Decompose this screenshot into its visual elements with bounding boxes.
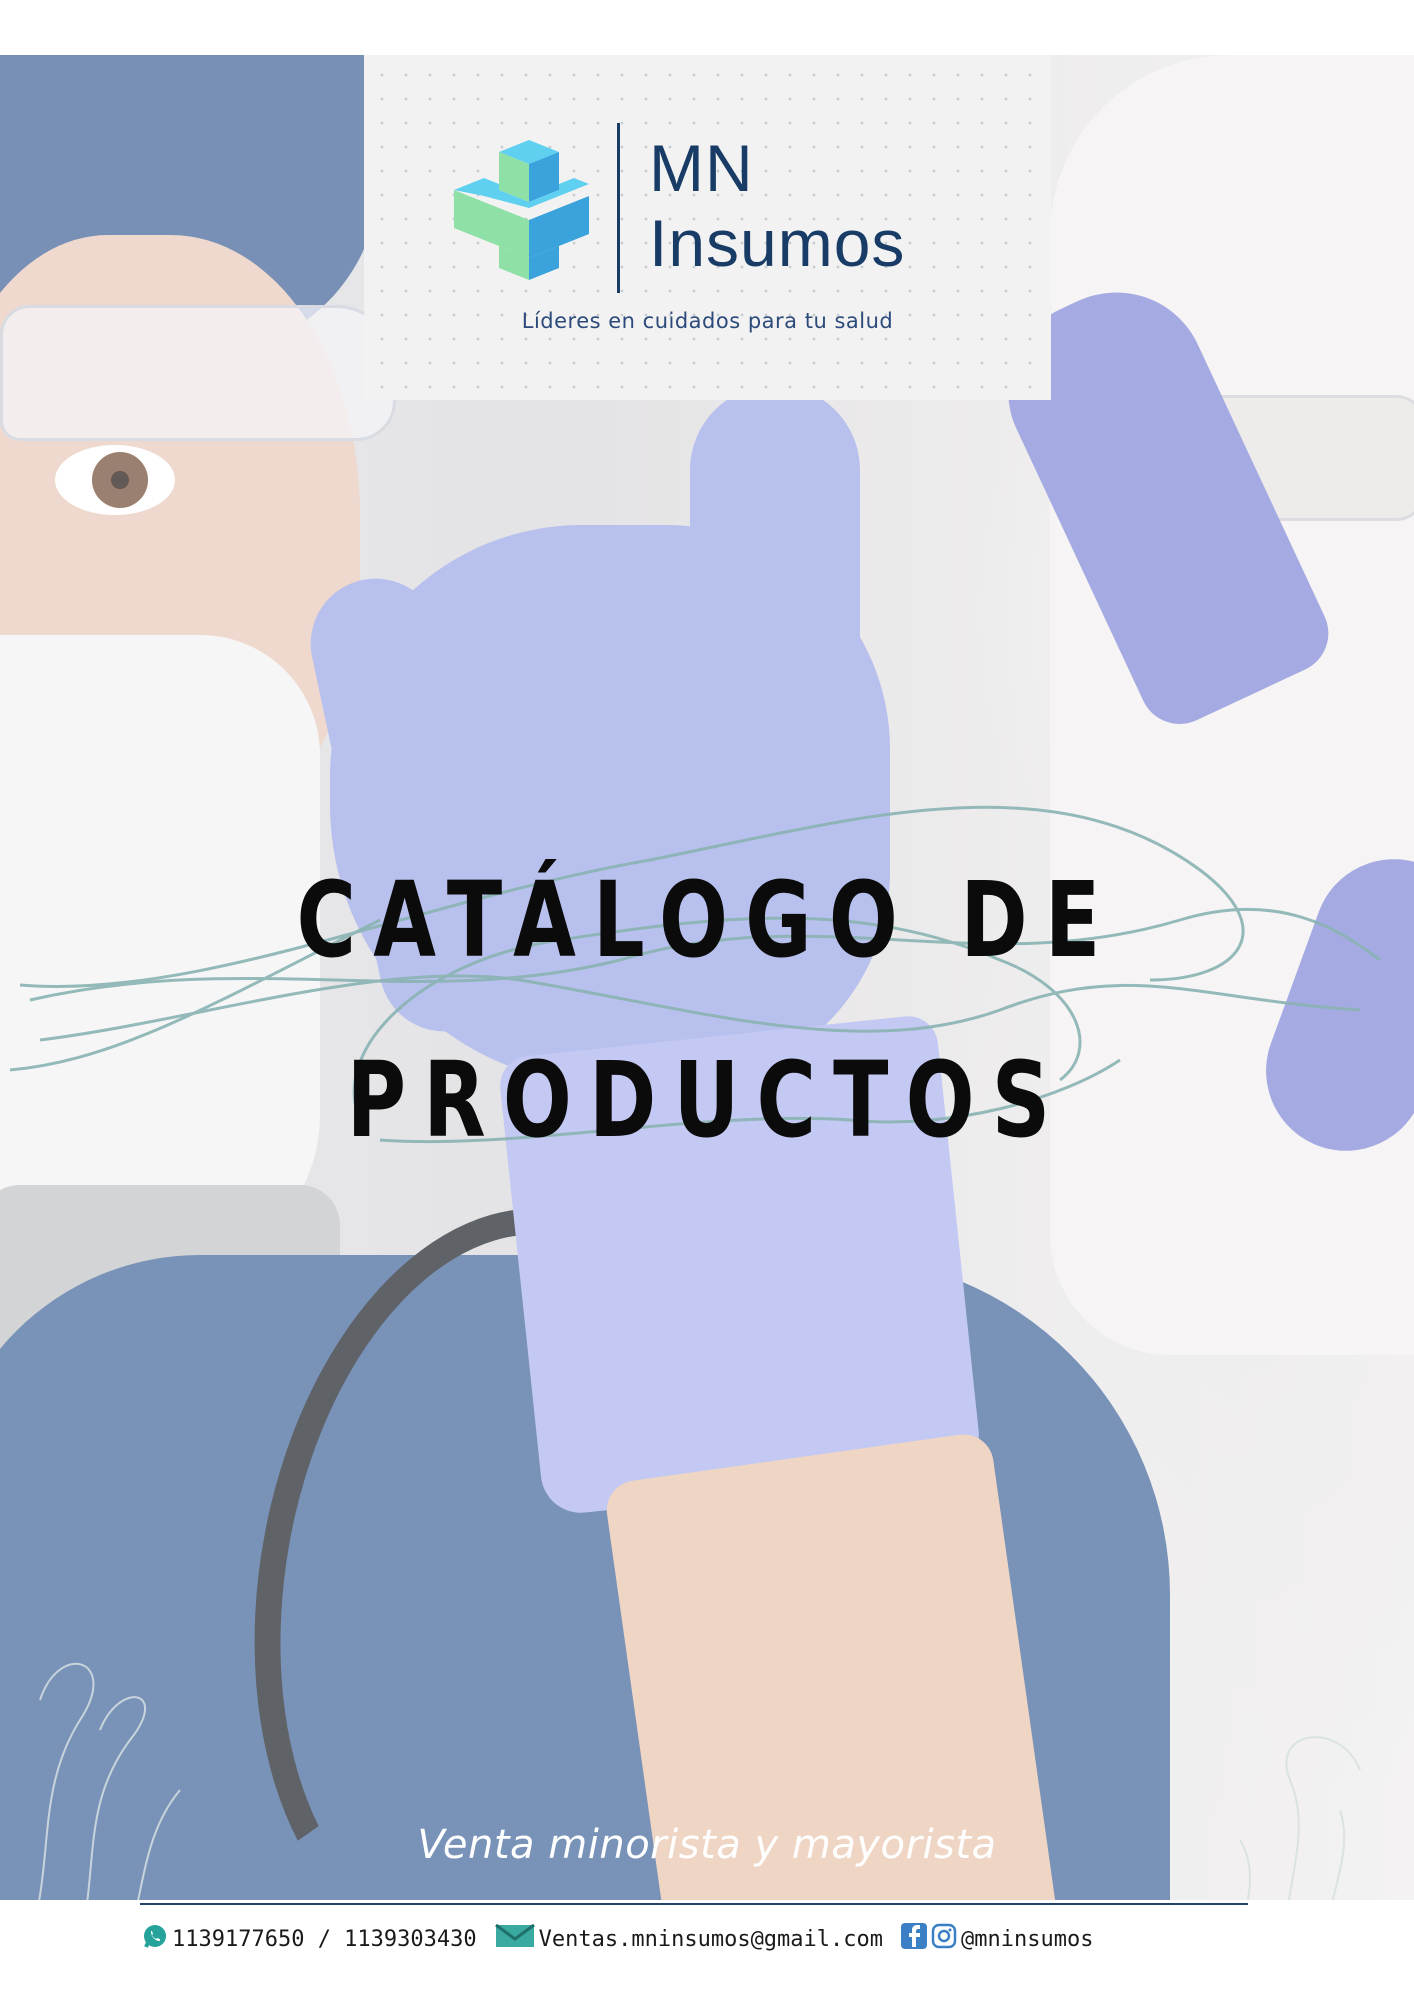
phone-numbers[interactable]: 1139177650 / 1139303430 bbox=[172, 1927, 477, 1952]
social-handle[interactable]: @mninsumos bbox=[961, 1927, 1093, 1952]
brand-tagline: Líderes en cuidados para tu salud bbox=[521, 309, 894, 333]
medical-cross-icon bbox=[454, 140, 589, 280]
contact-bar: 1139177650 / 1139303430 Ventas.mninsumos… bbox=[142, 1919, 1093, 1959]
catalog-title-line2: PRODUCTOS bbox=[346, 1039, 1068, 1161]
logo-divider bbox=[617, 123, 620, 293]
instagram-icon[interactable] bbox=[931, 1923, 957, 1955]
brand-name-line2: Insumos bbox=[649, 206, 906, 280]
brand-name-line1: MN bbox=[649, 131, 754, 205]
footer-divider bbox=[140, 1903, 1248, 1905]
logo-card: MN Insumos Líderes en cuidados para tu s… bbox=[364, 55, 1051, 400]
catalog-title-line1: CATÁLOGO DE bbox=[296, 859, 1118, 981]
mail-icon[interactable] bbox=[494, 1923, 535, 1955]
facebook-icon[interactable] bbox=[901, 1923, 928, 1955]
whatsapp-icon[interactable] bbox=[142, 1923, 168, 1955]
email-address[interactable]: Ventas.mninsumos@gmail.com bbox=[539, 1927, 883, 1952]
sales-subtitle: Venta minorista y mayorista bbox=[417, 1822, 997, 1868]
